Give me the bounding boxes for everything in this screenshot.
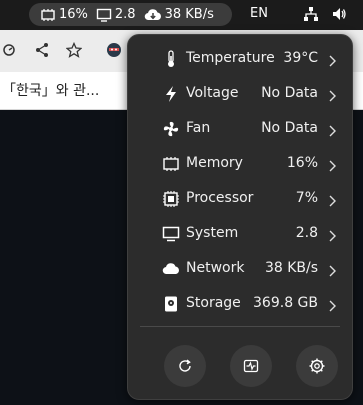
system-indicator: 2.8 (96, 7, 136, 22)
chevron-right-icon (328, 87, 336, 106)
bookmark-star-icon[interactable] (65, 41, 83, 62)
menu-item-voltage[interactable]: Voltage No Data (128, 76, 352, 111)
menu-item-label: Voltage (186, 85, 239, 101)
menu-item-value: 38 KB/s (264, 260, 318, 276)
menu-separator (140, 326, 340, 327)
tab-title[interactable]: 「한국」와 관... (2, 80, 99, 100)
storage-icon (162, 295, 180, 313)
chevron-right-icon (328, 52, 336, 71)
menu-item-network[interactable]: Network 38 KB/s (128, 251, 352, 286)
volume-icon[interactable] (331, 6, 347, 26)
menu-item-value: 39°C (283, 50, 318, 66)
refresh-button[interactable] (164, 345, 206, 387)
thermometer-icon (162, 50, 180, 68)
menu-item-value: 16% (286, 155, 318, 171)
chevron-right-icon (328, 157, 336, 176)
menu-item-processor[interactable]: Processor 7% (128, 181, 352, 216)
menu-item-value: 2.8 (295, 225, 318, 241)
system-load-value: 2.8 (114, 7, 136, 22)
monitor-icon (162, 225, 180, 243)
network-wired-icon[interactable] (303, 6, 319, 26)
refresh-icon (179, 359, 191, 372)
menu-item-memory[interactable]: Memory 16% (128, 146, 352, 181)
menu-item-label: Memory (186, 155, 243, 171)
system-monitor-menu: Temperature 39°C Voltage No Data Fan No … (127, 34, 353, 400)
language-indicator[interactable]: EN (250, 6, 268, 21)
memory-icon (41, 8, 55, 21)
menu-item-label: Storage (186, 295, 241, 311)
memory-value: 16% (59, 7, 88, 22)
share-icon[interactable] (35, 42, 49, 62)
system-monitor-indicator[interactable]: 16% 2.8 38 KB/s (29, 3, 232, 26)
fan-icon (162, 120, 180, 138)
network-indicator: 38 KB/s (144, 7, 214, 22)
network-value: 38 KB/s (164, 7, 214, 22)
menu-item-value: 7% (295, 190, 318, 206)
menu-item-system[interactable]: System 2.8 (128, 216, 352, 251)
menu-item-label: Network (186, 260, 245, 276)
processor-icon (162, 190, 180, 208)
menu-item-label: System (186, 225, 239, 241)
menu-item-value: 369.8 GB (253, 295, 318, 311)
memory-indicator: 16% (40, 7, 88, 22)
extension-icon[interactable] (106, 42, 122, 62)
chevron-right-icon (328, 227, 336, 246)
cloud-icon (162, 260, 180, 278)
lightning-icon (162, 85, 180, 103)
page-info-icon[interactable] (3, 42, 17, 62)
top-panel: 16% 2.8 38 KB/s EN (0, 0, 363, 30)
menu-item-fan[interactable]: Fan No Data (128, 111, 352, 146)
preferences-icon (309, 358, 325, 374)
monitor-icon (96, 8, 112, 22)
system-monitor-icon (243, 359, 259, 373)
menu-item-temperature[interactable]: Temperature 39°C (128, 41, 352, 76)
menu-item-storage[interactable]: Storage 369.8 GB (128, 286, 352, 321)
menu-item-label: Temperature (186, 50, 275, 66)
chevron-right-icon (328, 262, 336, 281)
chevron-right-icon (328, 192, 336, 211)
menu-item-label: Processor (186, 190, 254, 206)
preferences-button[interactable] (296, 345, 338, 387)
menu-item-value: No Data (261, 120, 318, 136)
memory-icon (162, 155, 180, 173)
system-monitor-button[interactable] (230, 345, 272, 387)
chevron-right-icon (328, 297, 336, 316)
menu-item-label: Fan (186, 120, 211, 136)
cloud-download-icon (144, 8, 161, 20)
menu-item-value: No Data (261, 85, 318, 101)
chevron-right-icon (328, 122, 336, 141)
